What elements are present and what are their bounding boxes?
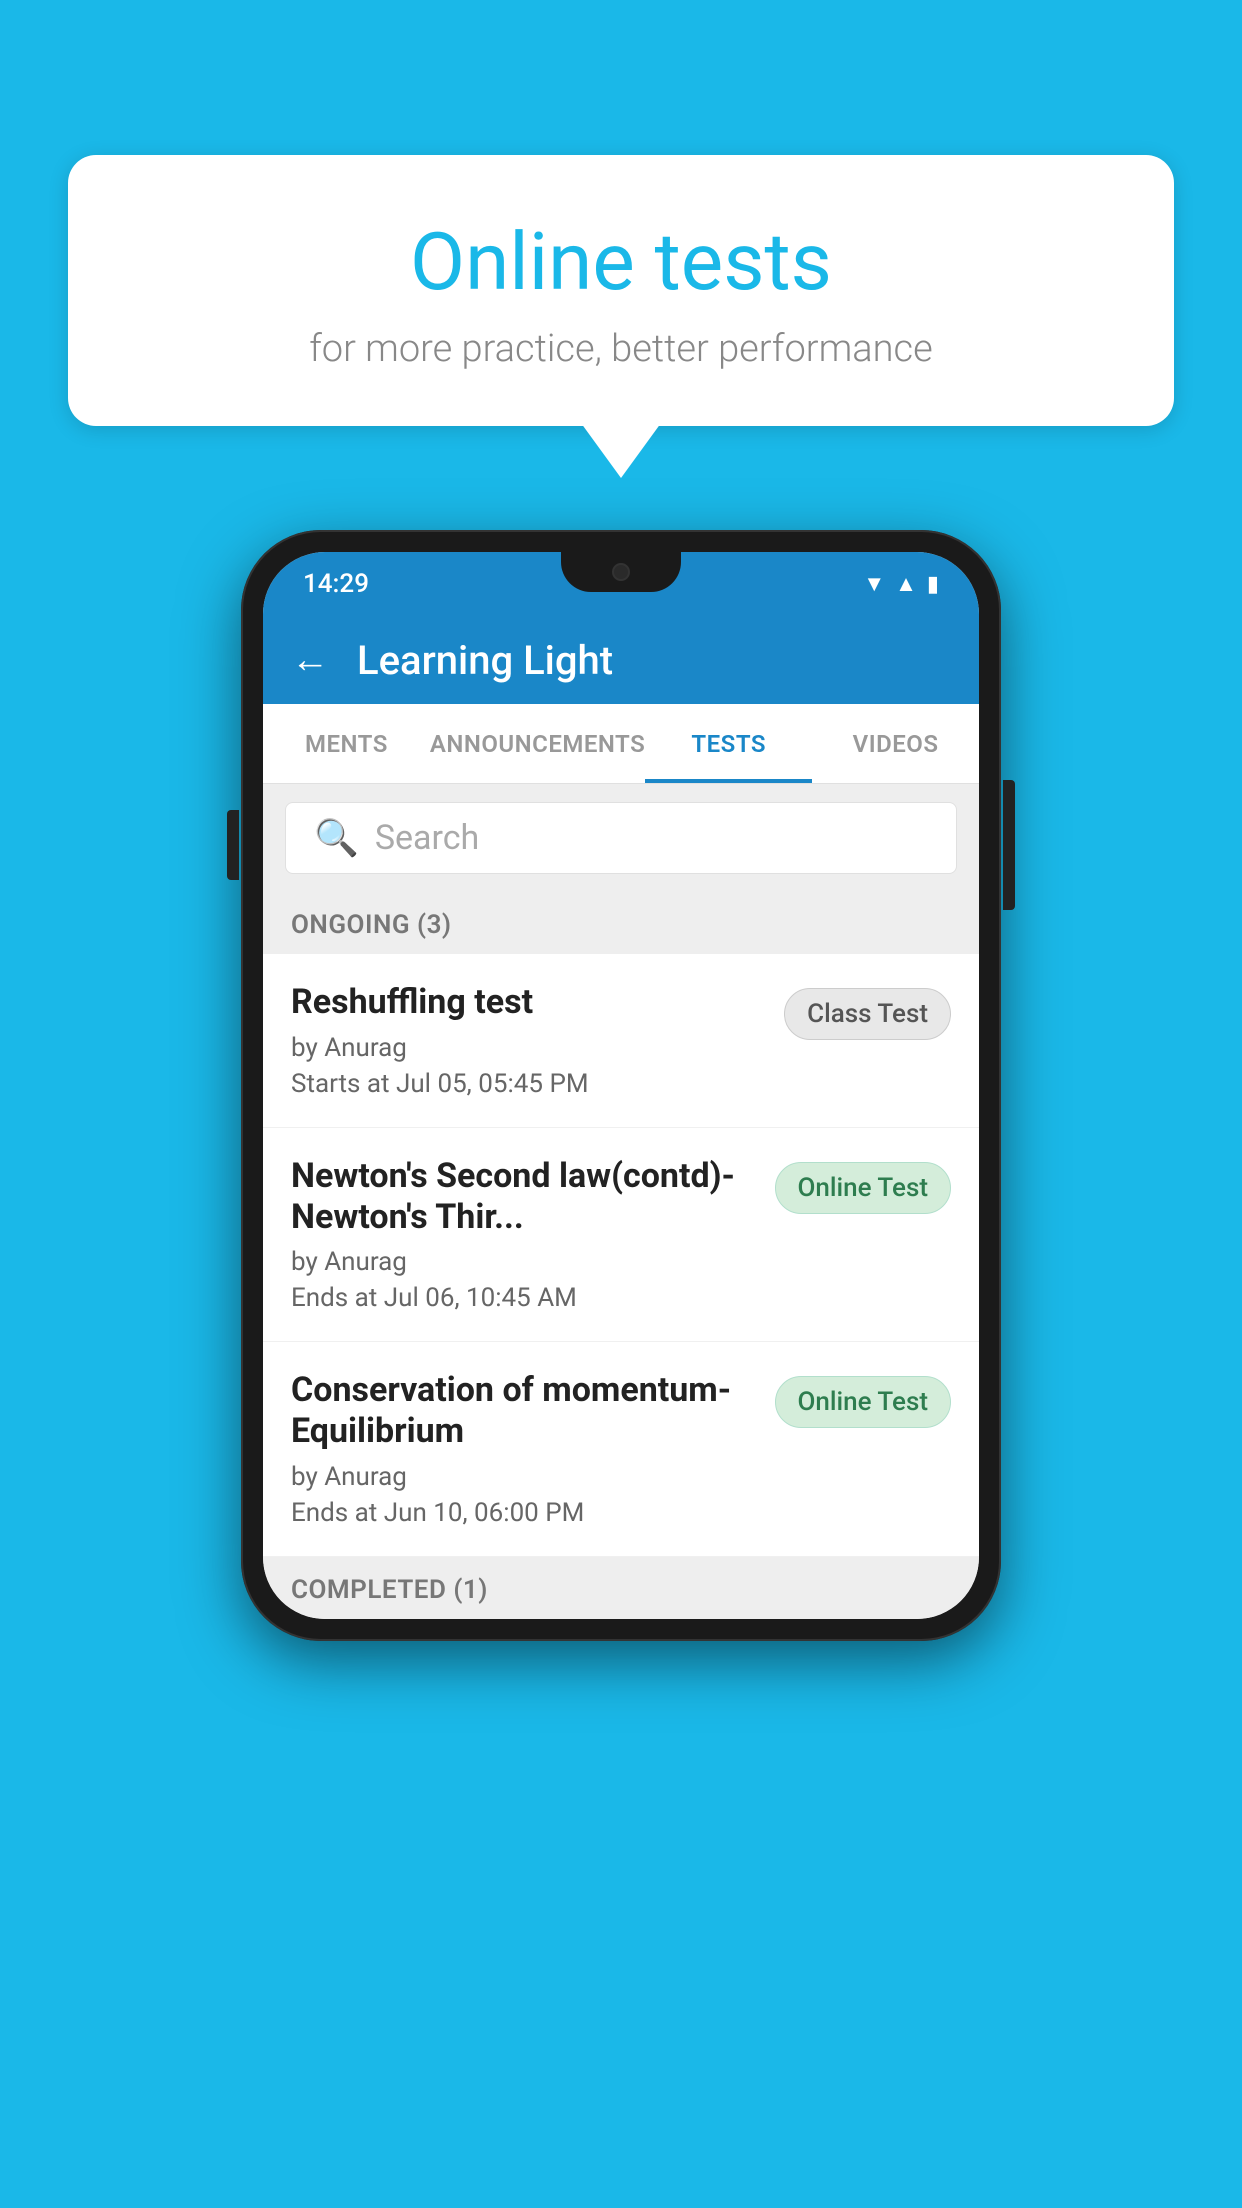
promo-card: Online tests for more practice, better p… — [68, 155, 1174, 426]
test-list: Reshuffling test by Anurag Starts at Jul… — [263, 954, 979, 1557]
test-badge: Online Test — [775, 1162, 952, 1214]
test-author: by Anurag — [291, 1033, 768, 1063]
notch — [561, 552, 681, 592]
test-item[interactable]: Reshuffling test by Anurag Starts at Jul… — [263, 954, 979, 1128]
back-button[interactable]: ← — [291, 638, 329, 682]
test-item[interactable]: Newton's Second law(contd)-Newton's Thir… — [263, 1128, 979, 1343]
battery-icon: ▮ — [927, 572, 939, 597]
tabs-bar: MENTS ANNOUNCEMENTS TESTS VIDEOS — [263, 704, 979, 784]
status-icons: ▼ ▲ ▮ — [863, 571, 939, 597]
search-placeholder: Search — [375, 818, 479, 858]
signal-icon: ▲ — [895, 571, 917, 597]
status-time: 14:29 — [303, 569, 369, 599]
speech-bubble: Online tests for more practice, better p… — [68, 155, 1174, 426]
test-item[interactable]: Conservation of momentum-Equilibrium by … — [263, 1342, 979, 1557]
test-author: by Anurag — [291, 1462, 759, 1492]
promo-subtitle: for more practice, better performance — [148, 327, 1094, 371]
test-info: Newton's Second law(contd)-Newton's Thir… — [291, 1156, 759, 1314]
search-bar[interactable]: 🔍 Search — [285, 802, 957, 874]
test-date: Ends at Jun 10, 06:00 PM — [291, 1498, 759, 1528]
search-container: 🔍 Search — [263, 784, 979, 892]
test-name: Conservation of momentum-Equilibrium — [291, 1370, 759, 1452]
tab-videos[interactable]: VIDEOS — [812, 704, 979, 783]
test-date: Starts at Jul 05, 05:45 PM — [291, 1069, 768, 1099]
test-badge: Class Test — [784, 988, 951, 1040]
test-badge: Online Test — [775, 1376, 952, 1428]
test-name: Newton's Second law(contd)-Newton's Thir… — [291, 1156, 759, 1238]
app-title: Learning Light — [357, 637, 613, 684]
phone-screen: 14:29 ▼ ▲ ▮ ← Learning Light MENTS — [263, 552, 979, 1619]
tab-tests[interactable]: TESTS — [645, 704, 812, 783]
search-icon: 🔍 — [314, 817, 359, 859]
app-header: ← Learning Light — [263, 616, 979, 704]
phone-outer: 14:29 ▼ ▲ ▮ ← Learning Light MENTS — [241, 530, 1001, 1641]
test-info: Conservation of momentum-Equilibrium by … — [291, 1370, 759, 1528]
test-author: by Anurag — [291, 1247, 759, 1277]
completed-section-label: COMPLETED (1) — [263, 1557, 979, 1619]
promo-title: Online tests — [148, 215, 1094, 309]
tab-ments[interactable]: MENTS — [263, 704, 430, 783]
front-camera — [612, 563, 630, 581]
test-info: Reshuffling test by Anurag Starts at Jul… — [291, 982, 768, 1099]
tab-announcements[interactable]: ANNOUNCEMENTS — [430, 704, 645, 783]
ongoing-section-label: ONGOING (3) — [263, 892, 979, 954]
test-name: Reshuffling test — [291, 982, 768, 1023]
wifi-icon: ▼ — [863, 571, 885, 597]
phone-mockup: 14:29 ▼ ▲ ▮ ← Learning Light MENTS — [241, 530, 1001, 1641]
test-date: Ends at Jul 06, 10:45 AM — [291, 1283, 759, 1313]
status-bar: 14:29 ▼ ▲ ▮ — [263, 552, 979, 616]
